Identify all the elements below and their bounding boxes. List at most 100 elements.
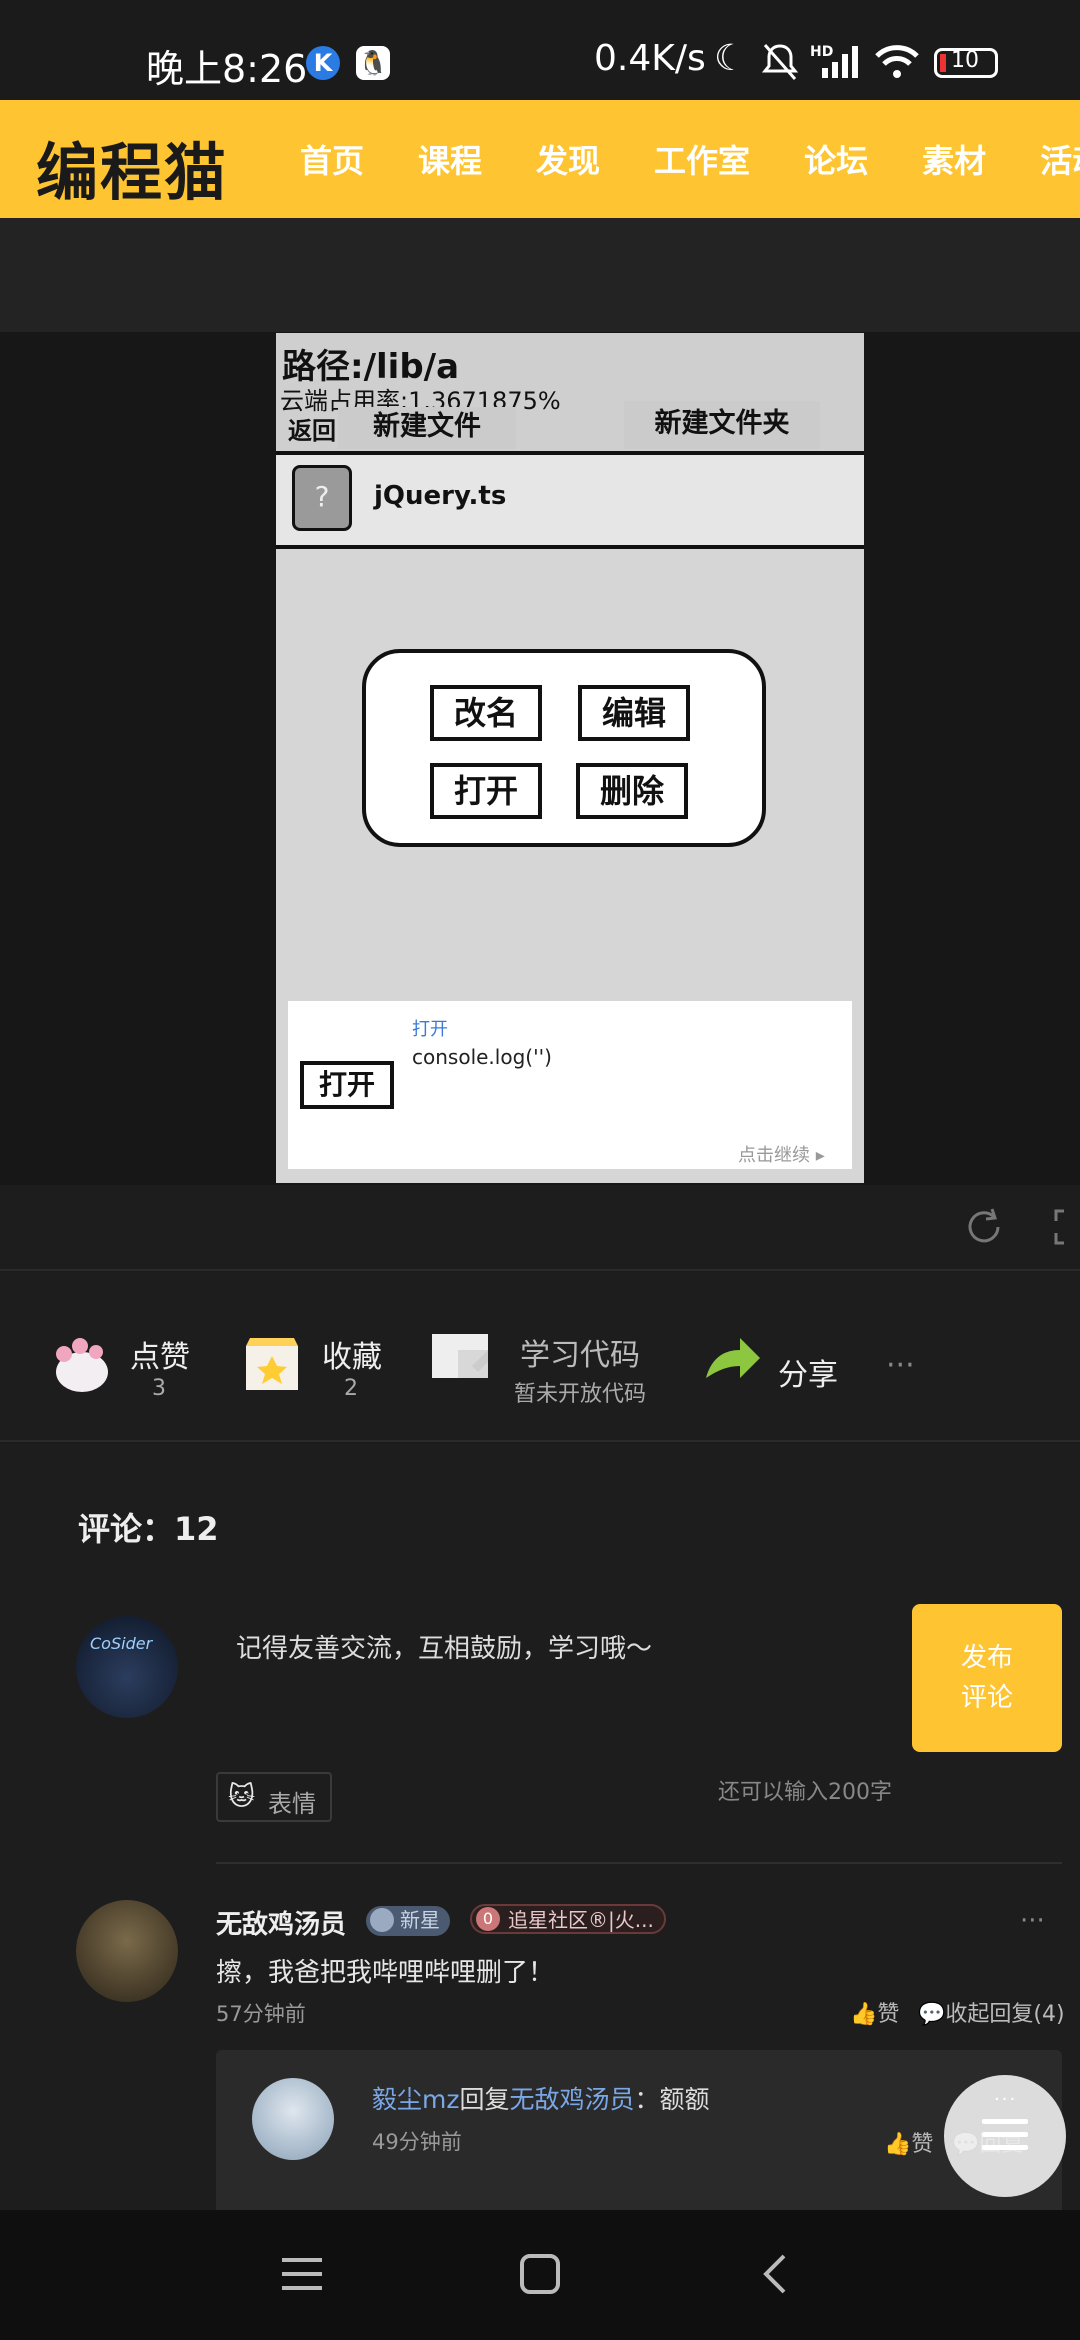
panel-code: console.log('') (412, 1045, 552, 1069)
dialog-panel[interactable]: 打开 打开 console.log('') 点击继续 ▸ (288, 1001, 852, 1169)
emoji-button[interactable]: 🐱 表情 (216, 1772, 332, 1822)
current-user-avatar: CoSider (76, 1616, 178, 1718)
learn-code-action[interactable]: 学习代码 暂未开放代码 (428, 1272, 658, 1442)
comment-more-button[interactable]: ··· (1020, 1906, 1045, 1936)
comment-like-button[interactable]: 👍赞 (850, 1996, 899, 2028)
reply-author-name[interactable]: 毅尘mz (372, 2085, 459, 2114)
battery-level: 10 (951, 48, 979, 73)
comments-section: 评论：12 CoSider 记得友善交流，互相鼓励，学习哦～ 发布 评论 🐱 表… (0, 1444, 1080, 2210)
rename-button[interactable]: 改名 (430, 685, 542, 741)
player-toolbar (0, 1185, 1080, 1271)
reply-like-label: 赞 (911, 2132, 934, 2157)
thumbs-up-icon: 👍 (884, 2132, 912, 2157)
community-badge-number: 0 (476, 1907, 500, 1931)
reply-text: ：额额 (634, 2085, 710, 2114)
community-badge[interactable]: 0 追星社区®|火... (470, 1904, 666, 1934)
nav-materials[interactable]: 素材 (922, 136, 986, 182)
menu-lines-icon (982, 2119, 1028, 2150)
publish-comment-button[interactable]: 发布 评论 (912, 1604, 1062, 1752)
comments-title: 评论：12 (78, 1510, 219, 1548)
newstar-badge: 新星 (366, 1906, 450, 1936)
panel-open-button[interactable]: 打开 (300, 1061, 394, 1109)
like-count: 3 (152, 1376, 166, 1401)
favorite-action[interactable]: 收藏 2 (236, 1272, 396, 1442)
nav-home[interactable]: 首页 (300, 136, 364, 182)
reply-word: 回复 (459, 2085, 510, 2114)
reply-target-name[interactable]: 无敌鸡汤员 (510, 2085, 635, 2114)
reply-time: 49分钟前 (372, 2130, 462, 2154)
file-name: jQuery.ts (374, 481, 507, 511)
comment-input[interactable]: 记得友善交流，互相鼓励，学习哦～ (236, 1628, 652, 1665)
divider (216, 1862, 1062, 1864)
status-bar: 晚上8:26 K 🐧 0.4K/s ☾ HD 10 (0, 0, 1080, 100)
community-badge-text: 追星社区®|火... (508, 1908, 654, 1932)
comment-like-label: 赞 (877, 2002, 900, 2027)
floating-menu-button[interactable]: ··· (944, 2075, 1066, 2197)
nav-courses[interactable]: 课程 (418, 136, 482, 182)
mute-bell-icon (762, 44, 798, 80)
panel-title: 打开 (412, 1019, 448, 1040)
favorite-label: 收藏 (322, 1340, 382, 1375)
nav-studio[interactable]: 工作室 (654, 136, 750, 182)
back-icon[interactable] (762, 2254, 790, 2294)
reply-like-button[interactable]: 👍赞 (884, 2126, 933, 2158)
comment-text: 擦，我爸把我哔哩哔哩删了！ (216, 1958, 555, 1988)
main-nav: 首页 课程 发现 工作室 论坛 素材 活动 (300, 136, 1080, 182)
site-logo[interactable]: 编程猫 (36, 122, 228, 212)
project-actions: 点赞 3 收藏 2 学习代码 暂未开放代码 分享 ··· (0, 1272, 1080, 1442)
file-action-dialog: 改名 编辑 打开 删除 (362, 649, 766, 847)
kugou-app-icon: K (306, 46, 340, 80)
nav-activities[interactable]: 活动 (1040, 136, 1080, 182)
status-time: 晚上8:26 (146, 47, 308, 91)
cell-signal-icon: HD (810, 44, 862, 80)
new-folder-button[interactable]: 新建文件夹 (624, 401, 820, 449)
continue-hint[interactable]: 点击继续 ▸ (738, 1141, 825, 1167)
share-arrow-icon (706, 1338, 760, 1378)
menu-icon[interactable] (282, 2256, 322, 2292)
game-stage[interactable]: 路径:/lib/a 云端占用率:1.3671875% 返回 新建文件 新建文件夹… (276, 333, 864, 1183)
play-triangle-icon: ▸ (815, 1145, 825, 1166)
comment-author-avatar[interactable] (76, 1900, 178, 2002)
comment-author-name[interactable]: 无敌鸡汤员 (216, 1904, 346, 1941)
network-speed: 0.4K/s (594, 38, 706, 79)
new-file-button[interactable]: 新建文件 (338, 407, 516, 449)
delete-button[interactable]: 删除 (576, 763, 688, 819)
fab-dots: ··· (994, 2089, 1018, 2110)
refresh-icon[interactable] (964, 1207, 1004, 1247)
back-button[interactable]: 返回 (288, 411, 336, 446)
share-action[interactable]: 分享 (696, 1272, 846, 1442)
cat-face-icon: 🐱 (228, 1782, 256, 1812)
collapse-replies-button[interactable]: 💬收起回复(4) (918, 1996, 1065, 2028)
newstar-badge-text: 新星 (400, 1908, 440, 1932)
chat-bubble-icon: 💬 (918, 2002, 946, 2027)
reply-line: 毅尘mz回复无敌鸡汤员：额额 (372, 2080, 710, 2116)
edit-button[interactable]: 编辑 (578, 685, 690, 741)
learn-code-label: 学习代码 (520, 1338, 640, 1373)
collapse-replies-label: 收起回复(4) (945, 2002, 1065, 2027)
unknown-file-icon: ? (292, 465, 352, 531)
paw-like-icon (56, 1338, 108, 1392)
battery-icon: 10 (934, 48, 998, 78)
home-icon[interactable] (520, 2254, 560, 2294)
nav-discover[interactable]: 发现 (536, 136, 600, 182)
favorite-count: 2 (344, 1376, 358, 1401)
qq-app-icon: 🐧 (356, 46, 390, 80)
thumbs-up-icon: 👍 (850, 2002, 878, 2027)
share-label: 分享 (778, 1358, 838, 1393)
file-row[interactable]: ? jQuery.ts (276, 455, 864, 545)
site-header: 编程猫 首页 课程 发现 工作室 论坛 素材 活动 (0, 100, 1080, 218)
more-actions-button[interactable]: ··· (886, 1348, 915, 1383)
fullscreen-icon[interactable] (1052, 1207, 1080, 1247)
reply-list: 毅尘mz回复无敌鸡汤员：额额 49分钟前 👍赞 💬回复 (216, 2050, 1062, 2210)
publish-line1: 发布 (960, 1643, 1013, 1673)
system-nav-bar (0, 2210, 1080, 2340)
like-action[interactable]: 点赞 3 (46, 1272, 196, 1442)
newstar-badge-icon (370, 1908, 394, 1932)
learn-code-sub: 暂未开放代码 (514, 1382, 647, 1407)
code-book-icon (432, 1334, 488, 1378)
nav-forum[interactable]: 论坛 (804, 136, 868, 182)
moon-icon: ☾ (714, 38, 747, 79)
reply-author-avatar[interactable] (252, 2078, 334, 2160)
wifi-icon (875, 45, 919, 78)
open-button[interactable]: 打开 (430, 763, 542, 819)
